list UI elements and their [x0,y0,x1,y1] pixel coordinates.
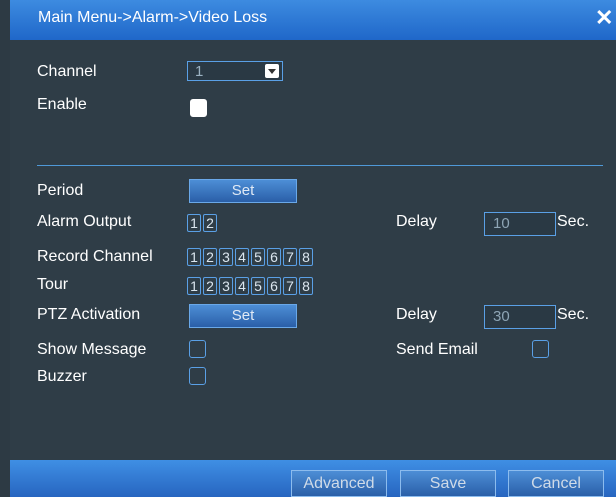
dialog-body [10,40,616,497]
alarm-delay-unit: Sec. [557,213,590,230]
record-channel-selector: 12345678 [187,248,313,266]
advanced-button[interactable]: Advanced [291,470,387,497]
alarm-output-2[interactable]: 2 [203,214,217,232]
alarm-output-selector: 12 [187,214,217,232]
record-channel-6[interactable]: 6 [267,248,281,266]
enable-checkbox[interactable] [190,99,207,117]
close-icon[interactable]: ✕ [595,5,613,31]
tour-channel-7[interactable]: 7 [283,277,297,295]
show-message-checkbox[interactable] [189,340,206,358]
record-channel-4[interactable]: 4 [235,248,249,266]
tour-selector: 12345678 [187,277,313,295]
channel-value: 1 [195,63,204,80]
alarm-delay-input[interactable]: 10 [484,212,556,236]
tour-channel-1[interactable]: 1 [187,277,201,295]
record-channel-5[interactable]: 5 [251,248,265,266]
period-set-button[interactable]: Set [189,179,297,203]
channel-label: Channel [37,63,97,80]
buzzer-label: Buzzer [37,368,87,385]
alarm-output-label: Alarm Output [37,213,132,230]
send-email-label: Send Email [396,341,478,358]
record-channel-8[interactable]: 8 [299,248,313,266]
chevron-down-icon[interactable] [265,64,279,78]
ptz-delay-label: Delay [396,306,437,323]
cancel-button[interactable]: Cancel [508,470,604,497]
period-label: Period [37,182,84,199]
buzzer-checkbox[interactable] [189,367,206,385]
tour-channel-4[interactable]: 4 [235,277,249,295]
ptz-delay-unit: Sec. [557,306,590,323]
record-channel-2[interactable]: 2 [203,248,217,266]
title-bar: Main Menu->Alarm->Video Loss ✕ [10,0,616,40]
record-channel-label: Record Channel [37,248,153,265]
ptz-activation-label: PTZ Activation [37,306,141,323]
save-button[interactable]: Save [400,470,496,497]
alarm-delay-label: Delay [396,213,437,230]
send-email-checkbox[interactable] [532,340,549,358]
tour-channel-3[interactable]: 3 [219,277,233,295]
tour-label: Tour [37,276,69,293]
section-divider [37,165,603,166]
record-channel-1[interactable]: 1 [187,248,201,266]
channel-select[interactable]: 1 [187,61,283,81]
ptz-set-button[interactable]: Set [189,304,297,328]
record-channel-3[interactable]: 3 [219,248,233,266]
tour-channel-2[interactable]: 2 [203,277,217,295]
tour-channel-6[interactable]: 6 [267,277,281,295]
show-message-label: Show Message [37,341,147,358]
tour-channel-8[interactable]: 8 [299,277,313,295]
record-channel-7[interactable]: 7 [283,248,297,266]
alarm-output-1[interactable]: 1 [187,214,201,232]
window-title: Main Menu->Alarm->Video Loss [38,9,268,26]
ptz-delay-input[interactable]: 30 [484,305,556,329]
enable-label: Enable [37,96,87,113]
tour-channel-5[interactable]: 5 [251,277,265,295]
